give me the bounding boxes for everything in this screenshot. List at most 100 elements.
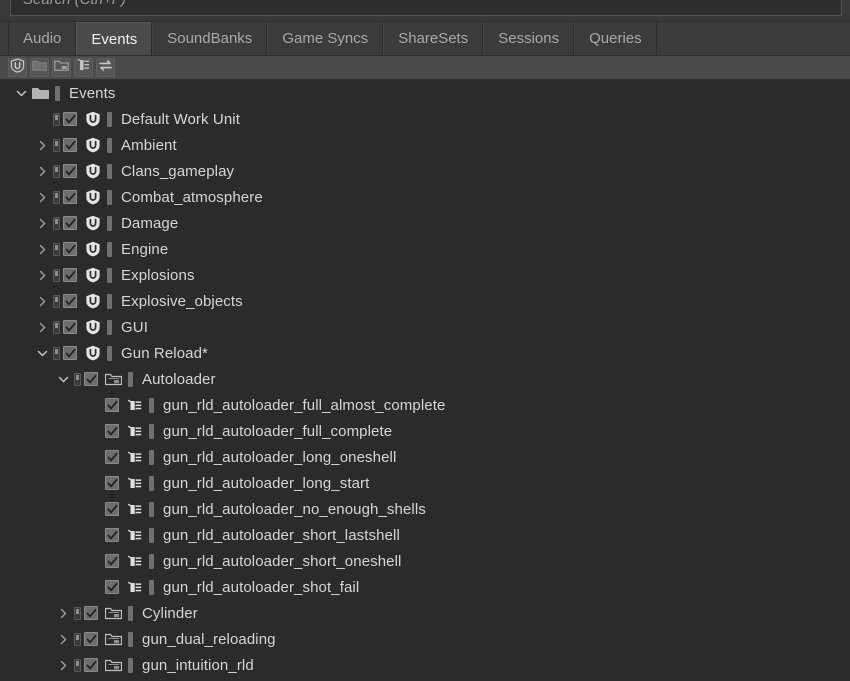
tree-row[interactable]: gun_rld_autoloader_full_complete <box>0 418 850 444</box>
tree-row[interactable]: Explosions <box>0 262 850 288</box>
tree-row[interactable]: Engine <box>0 236 850 262</box>
soundbank-inclusion-checkbox[interactable] <box>63 112 77 126</box>
soundbank-inclusion-checkbox[interactable] <box>105 528 119 542</box>
chevron-right-icon[interactable] <box>52 626 74 652</box>
tree-row[interactable]: Cylinder <box>0 600 850 626</box>
tree-row[interactable]: GUI <box>0 314 850 340</box>
tab-sessions[interactable]: Sessions <box>483 22 575 55</box>
object-color-swatch <box>107 111 112 127</box>
inclusion-indicator[interactable] <box>74 632 81 646</box>
chevron-down-icon[interactable] <box>31 340 53 366</box>
tree-row[interactable]: Clans_gameplay <box>0 158 850 184</box>
tab-events[interactable]: Events <box>76 22 153 55</box>
tree-row[interactable]: gun_rld_autoloader_long_start <box>0 470 850 496</box>
virtual-folder-icon <box>105 657 122 674</box>
chevron-right-icon[interactable] <box>31 184 53 210</box>
inclusion-indicator[interactable] <box>53 242 60 256</box>
inclusion-indicator[interactable] <box>74 658 81 672</box>
soundbank-inclusion-checkbox[interactable] <box>105 502 119 516</box>
soundbank-inclusion-checkbox[interactable] <box>84 372 98 386</box>
soundbank-inclusion-checkbox[interactable] <box>84 658 98 672</box>
chevron-right-icon[interactable] <box>52 600 74 626</box>
mixer-button[interactable] <box>74 58 93 77</box>
chevron-down-icon[interactable] <box>52 366 74 392</box>
tab-game-syncs[interactable]: Game Syncs <box>267 22 384 55</box>
event-new-button[interactable] <box>8 57 27 77</box>
chevron-right-icon[interactable] <box>31 158 53 184</box>
inclusion-indicator[interactable] <box>53 216 60 230</box>
inclusion-indicator[interactable] <box>74 372 81 386</box>
soundbank-inclusion-checkbox[interactable] <box>84 632 98 646</box>
chevron-right-icon[interactable] <box>52 652 74 678</box>
tree-row[interactable]: Autoloader <box>0 366 850 392</box>
tree-row[interactable]: gun_rld_autoloader_no_enough_shells <box>0 496 850 522</box>
soundbank-inclusion-checkbox[interactable] <box>105 424 119 438</box>
object-color-swatch <box>149 397 154 413</box>
tab-sharesets[interactable]: ShareSets <box>383 22 484 55</box>
tree-row[interactable]: gun_rld_autoloader_long_oneshell <box>0 444 850 470</box>
project-explorer-tree[interactable]: Events Default Work Unit Ambient Clans_game… <box>0 80 850 681</box>
tab-soundbanks[interactable]: SoundBanks <box>152 22 268 55</box>
soundbank-inclusion-checkbox[interactable] <box>63 190 77 204</box>
work-unit-new-button[interactable] <box>52 58 71 77</box>
event-icon <box>84 111 101 128</box>
swap-arrows-button[interactable] <box>96 58 115 77</box>
tree-row-label: gun_rld_autoloader_short_lastshell <box>163 526 400 544</box>
tree-row[interactable]: gun_dual_reloading <box>0 626 850 652</box>
soundbank-inclusion-checkbox[interactable] <box>105 580 119 594</box>
tab-audio[interactable]: Audio <box>8 22 77 55</box>
event-icon <box>84 189 101 206</box>
tree-row[interactable]: Damage <box>0 210 850 236</box>
object-color-swatch <box>149 579 154 595</box>
soundbank-inclusion-checkbox[interactable] <box>63 216 77 230</box>
soundbank-inclusion-checkbox[interactable] <box>105 398 119 412</box>
tree-row[interactable]: Combat_atmosphere <box>0 184 850 210</box>
tree-row-label: gun_rld_autoloader_long_start <box>163 474 370 492</box>
inclusion-indicator[interactable] <box>53 164 60 178</box>
tree-row[interactable]: Default Work Unit <box>0 106 850 132</box>
inclusion-indicator[interactable] <box>53 294 60 308</box>
event-icon <box>84 293 101 310</box>
chevron-right-icon[interactable] <box>31 132 53 158</box>
inclusion-indicator[interactable] <box>53 138 60 152</box>
tree-row[interactable]: Ambient <box>0 132 850 158</box>
chevron-right-icon[interactable] <box>31 314 53 340</box>
inclusion-indicator[interactable] <box>53 268 60 282</box>
soundbank-inclusion-checkbox[interactable] <box>105 476 119 490</box>
soundbank-inclusion-checkbox[interactable] <box>63 320 77 334</box>
inclusion-indicator[interactable] <box>53 112 60 126</box>
soundbank-inclusion-checkbox[interactable] <box>63 242 77 256</box>
tree-row[interactable]: Explosive_objects <box>0 288 850 314</box>
inclusion-indicator[interactable] <box>53 320 60 334</box>
tree-row[interactable]: gun_intuition_rld <box>0 652 850 678</box>
twisty-placeholder <box>73 392 95 418</box>
search-input[interactable]: Search (Ctrl+F) <box>10 0 842 16</box>
soundbank-inclusion-checkbox[interactable] <box>105 554 119 568</box>
tree-row[interactable]: gun_rld_autoloader_shot_fail <box>0 574 850 600</box>
chevron-down-icon[interactable] <box>10 80 32 106</box>
soundbank-inclusion-checkbox[interactable] <box>84 606 98 620</box>
tree-row[interactable]: gun_rld_autoloader_full_almost_complete <box>0 392 850 418</box>
chevron-right-icon[interactable] <box>31 236 53 262</box>
soundbank-inclusion-checkbox[interactable] <box>63 138 77 152</box>
inclusion-indicator[interactable] <box>74 606 81 620</box>
chevron-right-icon[interactable] <box>31 288 53 314</box>
soundbank-inclusion-checkbox[interactable] <box>63 294 77 308</box>
tree-row[interactable]: Gun Reload* <box>0 340 850 366</box>
folder-new-button[interactable] <box>30 58 49 77</box>
chevron-right-icon[interactable] <box>31 262 53 288</box>
soundbank-inclusion-checkbox[interactable] <box>63 164 77 178</box>
twisty-placeholder <box>73 522 95 548</box>
inclusion-indicator[interactable] <box>53 190 60 204</box>
tab-queries[interactable]: Queries <box>574 22 657 55</box>
soundbank-inclusion-checkbox[interactable] <box>63 268 77 282</box>
tree-row[interactable]: Events <box>0 80 850 106</box>
soundbank-inclusion-checkbox[interactable] <box>105 450 119 464</box>
tree-row-label: Damage <box>121 214 179 232</box>
tree-row[interactable]: gun_rld_autoloader_short_oneshell <box>0 548 850 574</box>
chevron-right-icon[interactable] <box>31 210 53 236</box>
tree-row[interactable]: gun_rld_autoloader_short_lastshell <box>0 522 850 548</box>
object-color-swatch <box>107 241 112 257</box>
inclusion-indicator[interactable] <box>53 346 60 360</box>
soundbank-inclusion-checkbox[interactable] <box>63 346 77 360</box>
